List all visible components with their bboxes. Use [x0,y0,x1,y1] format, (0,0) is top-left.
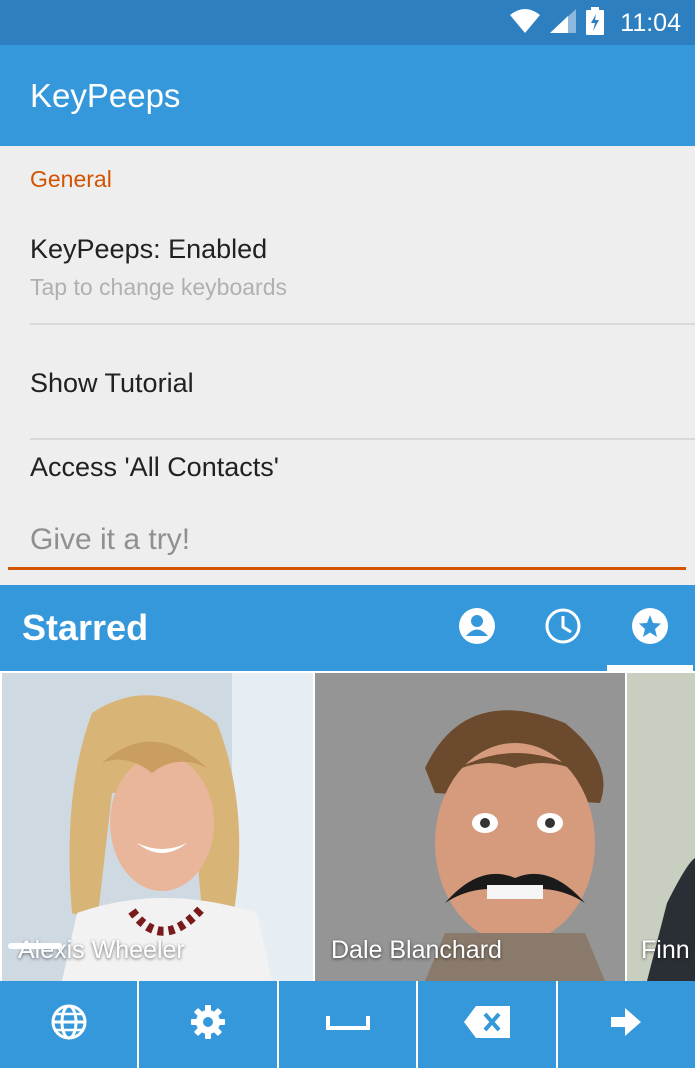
divider [30,323,695,325]
scroll-indicator [8,943,62,949]
status-icons: 11:04 [510,6,681,40]
divider [30,438,695,440]
backspace-icon [463,1006,510,1043]
settings-list: General KeyPeeps: Enabled Tap to change … [0,146,695,584]
space-button[interactable] [276,981,416,1068]
settings-button[interactable] [137,981,276,1068]
contact-card-dale-blanchard[interactable]: Dale Blanchard [315,673,625,981]
app-bar: KeyPeeps [0,45,695,146]
keyboard-bottom-row [0,981,695,1068]
tab-recent[interactable] [520,585,606,671]
backspace-button[interactable] [416,981,555,1068]
signal-icon [550,8,577,38]
section-header-general: General [30,166,112,192]
status-bar: 11:04 [0,0,695,45]
recent-clock-icon [544,607,582,650]
contact-card-finn[interactable]: Finn [627,673,695,981]
battery-charging-icon [586,6,605,40]
globe-icon [50,1003,88,1046]
app-title: KeyPeeps [30,77,181,114]
arrow-right-icon [611,1008,642,1041]
contact-photo [627,673,695,981]
next-button[interactable] [555,981,695,1068]
keyboard-header: Starred [0,585,695,671]
tab-starred[interactable] [607,585,693,671]
star-icon [631,607,669,650]
contact-name: Dale Blanchard [331,936,502,964]
starred-contacts-strip[interactable]: Alexis Wheeler Dale Blanchard Finn [0,671,695,981]
switch-language-button[interactable] [0,981,137,1068]
tab-contacts[interactable] [434,585,520,671]
pref-keypeeps-enabled[interactable]: KeyPeeps: Enabled [30,234,267,265]
try-input[interactable] [8,512,686,570]
pref-access-all-contacts[interactable]: Access 'All Contacts' [30,452,279,483]
wifi-icon [510,8,541,38]
contact-photo [2,673,313,981]
space-icon [325,1012,371,1037]
contact-card-alexis-wheeler[interactable]: Alexis Wheeler [2,673,313,981]
pref-show-tutorial[interactable]: Show Tutorial [30,368,194,399]
gear-icon [189,1003,227,1046]
contact-icon [458,607,496,650]
keyboard-title: Starred [22,607,149,648]
clock-time: 11:04 [620,8,681,37]
contact-name: Alexis Wheeler [18,936,185,964]
contact-photo [315,673,625,981]
contact-name: Finn [641,936,690,964]
pref-keypeeps-enabled-summary: Tap to change keyboards [30,274,288,300]
